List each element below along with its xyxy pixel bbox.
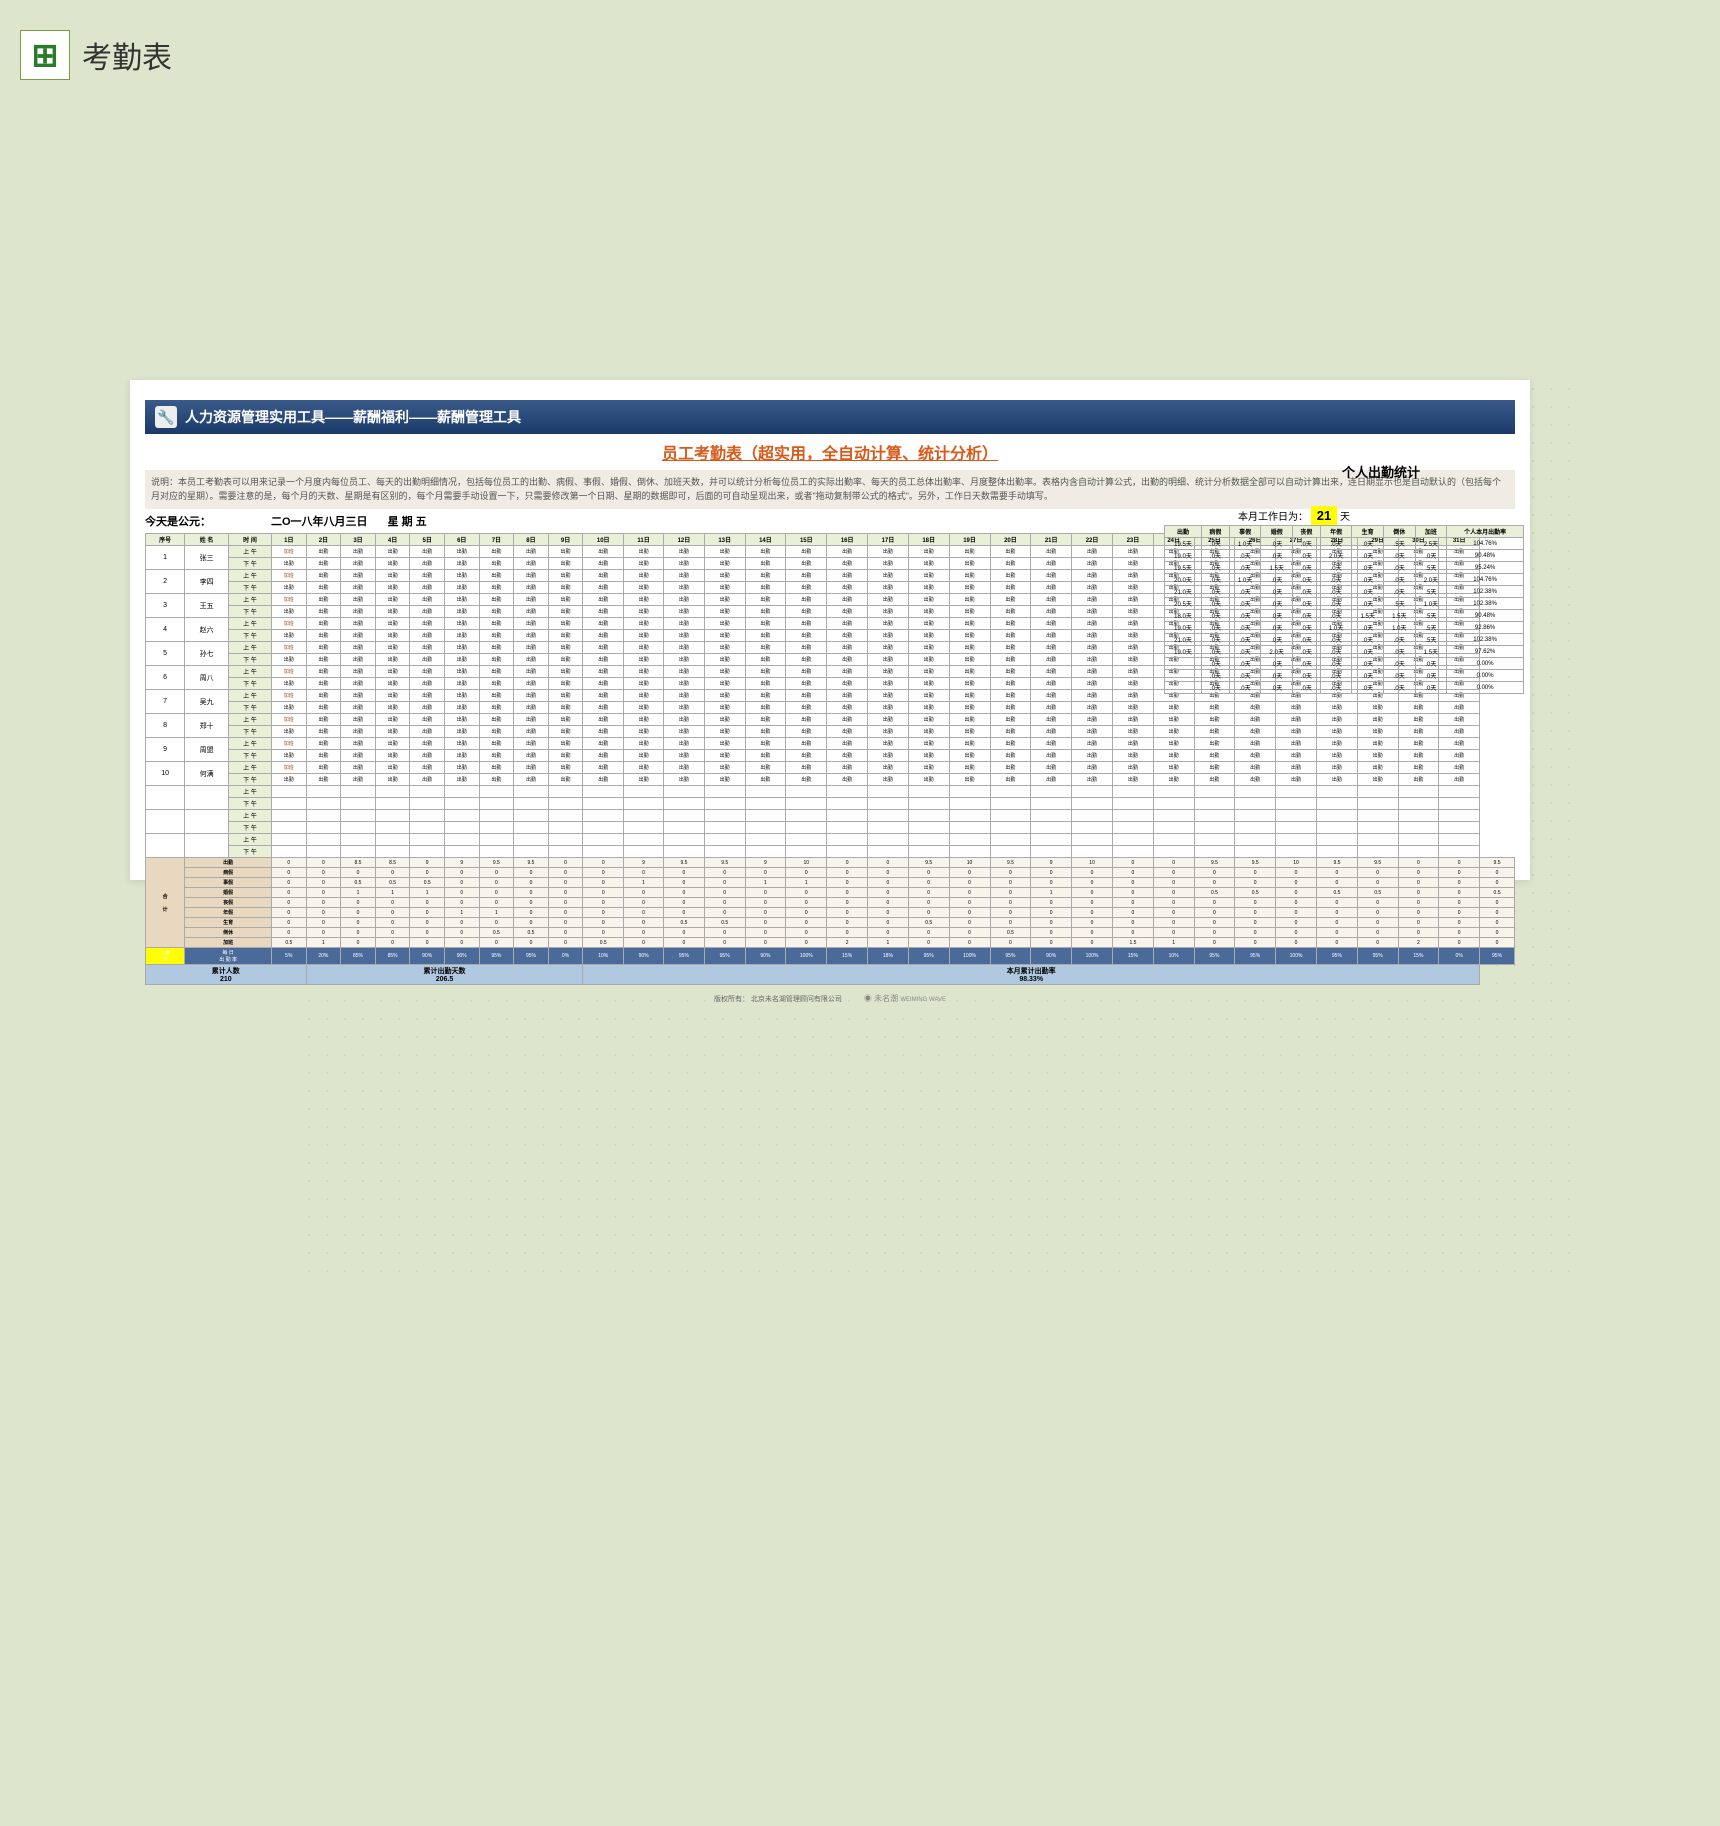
company: 北京未名湖管理顾问有限公司: [751, 996, 842, 1003]
workday-value: 21: [1311, 506, 1337, 525]
banner: 🔧 人力资源管理实用工具——薪酬福利——薪酬管理工具: [145, 400, 1515, 434]
stats-title: 个人出勤统计: [1342, 462, 1420, 481]
spreadsheet-card: 🔧 人力资源管理实用工具——薪酬福利——薪酬管理工具 员工考勤表（超实用，全自动…: [130, 380, 1530, 880]
workday-row: 本月工作日为： 21 天: [1238, 508, 1350, 523]
stats-table: 出勤病假事假婚假丧假年假生育倒休加班个人本月出勤率19.5天.0天1.0天.0天…: [1164, 525, 1524, 694]
today-date: 二O一八年八月三日: [271, 513, 368, 529]
footer: 版权所有： 北京未名湖管理顾问有限公司 ◉ 未名潮 WEIMING WAVE: [145, 993, 1515, 1004]
today-dow: 星 期 五: [388, 513, 427, 529]
workday-label: 本月工作日为：: [1238, 512, 1308, 523]
page-header: 考勤表: [0, 0, 1720, 110]
wrench-icon: 🔧: [155, 406, 177, 428]
excel-icon: [20, 30, 70, 80]
brand: ◉ 未名潮 WEIMING WAVE: [864, 993, 946, 1004]
copyright-label: 版权所有：: [714, 996, 749, 1003]
page-title: 考勤表: [82, 33, 172, 77]
today-label: 今天是公元：: [145, 513, 211, 529]
description: 说明：本员工考勤表可以用来记录一个月度内每位员工、每天的出勤明细情况，包括每位员…: [145, 470, 1515, 509]
sub-title: 员工考勤表（超实用，全自动计算、统计分析）: [145, 440, 1515, 464]
banner-text: 人力资源管理实用工具——薪酬福利——薪酬管理工具: [185, 407, 521, 427]
workday-unit: 天: [1340, 512, 1350, 523]
